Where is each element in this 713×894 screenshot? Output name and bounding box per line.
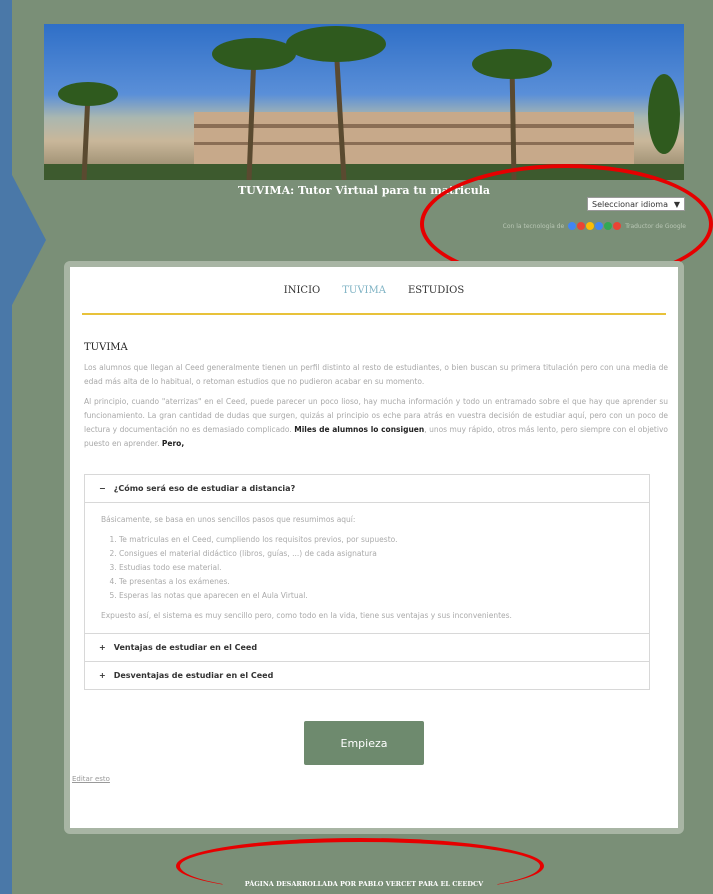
collapse-icon: − <box>99 484 106 493</box>
palm-trees-illustration <box>44 26 684 180</box>
nav-item-estudios[interactable]: ESTUDIOS <box>408 285 464 296</box>
accordion-title-distance: ¿Cómo será eso de estudiar a distancia? <box>113 484 296 493</box>
nav-divider <box>82 313 666 315</box>
nav-item-tuvima[interactable]: TUVIMA <box>342 285 386 296</box>
edit-link[interactable]: Editar esto <box>72 775 110 783</box>
accordion-panel-distance: Básicamente, se basa en unos sencillos p… <box>85 503 649 634</box>
content-card: INICIO TUVIMA ESTUDIOS TUVIMA Los alumno… <box>64 261 684 834</box>
accordion-item-distance[interactable]: − ¿Cómo será eso de estudiar a distancia… <box>85 475 649 503</box>
list-item: Esperas las notas que aparecen en el Aul… <box>119 589 633 603</box>
expand-icon: + <box>99 671 106 680</box>
accordion-outro: Expuesto así, el sistema es muy sencillo… <box>101 611 512 620</box>
accordion-item-ventajas[interactable]: + Ventajas de estudiar en el Ceed <box>85 634 649 662</box>
info-paragraph-bold1: Miles de alumnos lo consiguen <box>294 425 425 434</box>
info-paragraph: Al principio, cuando "aterrizas" en el C… <box>84 395 668 451</box>
list-item: Consigues el material didáctico (libros,… <box>119 547 633 561</box>
main-nav: INICIO TUVIMA ESTUDIOS <box>70 285 678 296</box>
header-photo <box>44 24 684 180</box>
annotation-ellipse-footer <box>176 838 544 894</box>
steps-list: Te matriculas en el Ceed, cumpliendo los… <box>101 533 633 603</box>
list-item: Te matriculas en el Ceed, cumpliendo los… <box>119 533 633 547</box>
nav-item-inicio[interactable]: INICIO <box>284 285 320 296</box>
accordion-intro: Básicamente, se basa en unos sencillos p… <box>101 515 356 524</box>
list-item: Te presentas a los exámenes. <box>119 575 633 589</box>
section-title: TUVIMA <box>84 342 128 353</box>
info-paragraph-bold2: Pero, <box>161 439 185 448</box>
faq-accordion: − ¿Cómo será eso de estudiar a distancia… <box>84 474 650 690</box>
start-button[interactable]: Empieza <box>304 721 424 765</box>
accordion-item-desventajas[interactable]: + Desventajas de estudiar en el Ceed <box>85 662 649 689</box>
expand-icon: + <box>99 643 106 652</box>
pointer-arrow-shape <box>0 152 46 328</box>
intro-paragraph: Los alumnos que llegan al Ceed generalme… <box>84 363 668 386</box>
accordion-title-desventajas: Desventajas de estudiar en el Ceed <box>113 671 274 680</box>
list-item: Estudias todo ese material. <box>119 561 633 575</box>
accordion-title-ventajas: Ventajas de estudiar en el Ceed <box>113 643 258 652</box>
